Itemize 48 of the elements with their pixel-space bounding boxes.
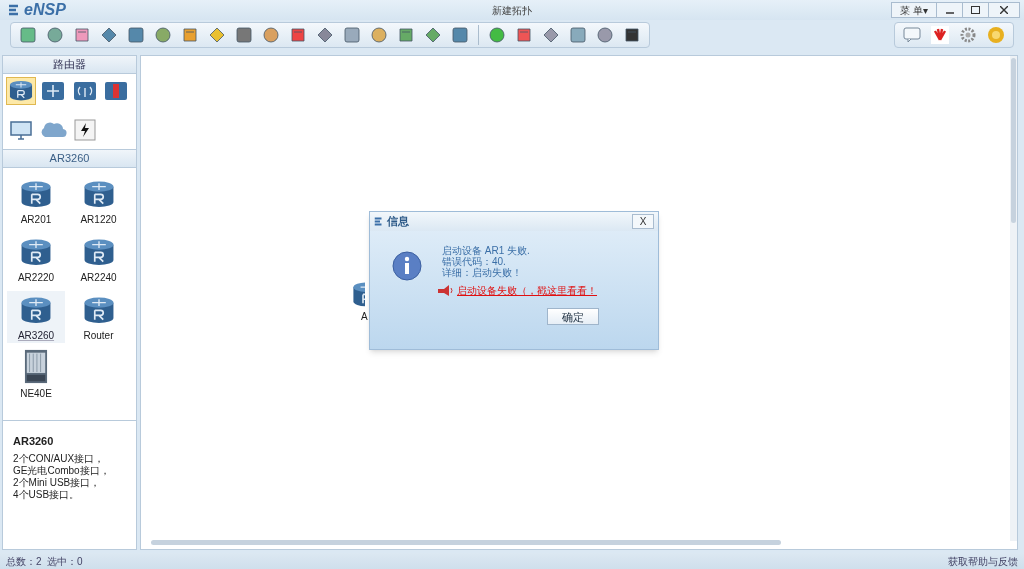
router-icon	[19, 295, 53, 326]
logo-icon	[374, 216, 383, 227]
device-item[interactable]: Router	[69, 291, 128, 343]
maximize-icon	[971, 6, 980, 14]
description-text: 2个CON/AUX接口， GE光电Combo接口， 2个Mini USB接口， 4个USB接口。	[13, 452, 111, 501]
toolbar-icon[interactable]	[316, 26, 334, 44]
toolbar-icon[interactable]	[542, 26, 560, 44]
ok-button[interactable]: 确定	[547, 308, 599, 325]
toolbar-icon[interactable]	[289, 26, 307, 44]
info-icon	[392, 251, 422, 281]
firewall-icon	[104, 80, 129, 102]
chat-icon[interactable]	[903, 27, 921, 43]
router-icon	[19, 179, 53, 210]
device-item[interactable]: NE40E	[7, 349, 65, 401]
logo-icon	[8, 3, 20, 17]
switch-icon	[40, 80, 65, 102]
toolbar-icon[interactable]	[623, 26, 641, 44]
lightning-icon	[73, 118, 96, 141]
description-title: AR3260	[13, 434, 55, 449]
scrollbar[interactable]	[1011, 58, 1016, 223]
settings-icon[interactable]	[959, 26, 977, 44]
toolbar-icon[interactable]	[235, 26, 253, 44]
router-icon	[19, 237, 53, 268]
status-text: 总数：2 选中：0	[6, 554, 83, 569]
device-item[interactable]: AR2240	[69, 233, 128, 285]
device-item[interactable]: AR1220	[69, 175, 128, 227]
message-text: 启动设备 AR1 失败. 错误代码：40. 详细：启动失败！	[442, 245, 531, 278]
close-icon	[1000, 6, 1008, 14]
device-item[interactable]: AR3260	[7, 291, 65, 343]
toolbar-icon[interactable]	[424, 26, 442, 44]
panel-header: 路由器	[3, 56, 136, 74]
toolbar-icon[interactable]	[100, 26, 118, 44]
feedback-link[interactable]: 获取帮助与反馈	[948, 553, 1018, 569]
app-logo: eNSP	[24, 0, 66, 20]
device-item[interactable]: AR2220	[7, 233, 65, 285]
wireless-icon	[72, 80, 97, 102]
panel-header: AR3260	[3, 149, 136, 168]
window-title: 新建拓扑	[492, 4, 532, 18]
dialog-title: 信息	[387, 214, 409, 230]
node-label: A	[361, 309, 368, 324]
help-link[interactable]: 启动设备失败（，戳这里看看！	[457, 283, 597, 298]
scrollbar[interactable]	[151, 540, 781, 545]
chassis-icon	[23, 349, 49, 384]
device-item[interactable]: AR201	[7, 175, 65, 227]
close-button[interactable]: X	[632, 214, 654, 229]
megaphone-icon	[436, 283, 454, 298]
monitor-icon	[9, 118, 33, 141]
router-icon	[8, 79, 34, 103]
